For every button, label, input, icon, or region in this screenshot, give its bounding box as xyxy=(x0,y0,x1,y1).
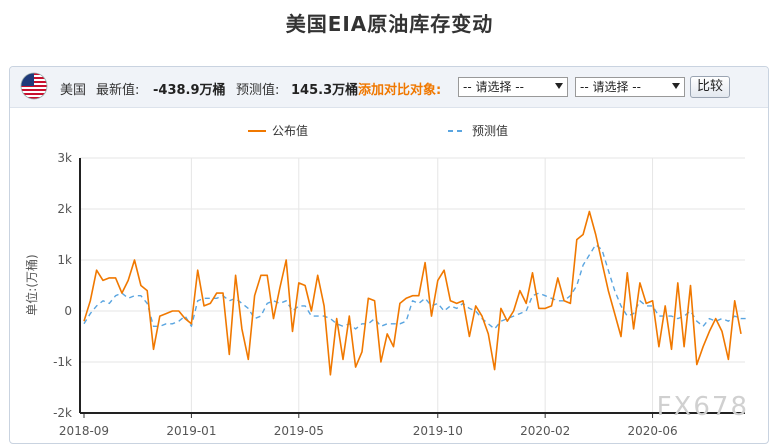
chart-legend: 公布值 预测值 xyxy=(248,123,508,138)
line-chart: -2k -1k 0 1k 2k 3k 2018-09 2019-01 2019-05 2019-1… xyxy=(24,123,748,438)
legend-label-actual[interactable]: 公布值 xyxy=(272,123,308,138)
chart-series xyxy=(83,210,748,376)
y-tick-label: 2k xyxy=(57,202,72,216)
x-tick-label: 2019-05 xyxy=(274,424,324,438)
x-tick-label: 2020-06 xyxy=(627,424,677,438)
chart-grid xyxy=(80,157,745,414)
legend-label-forecast[interactable]: 预测值 xyxy=(472,123,508,138)
x-tick-label: 2020-02 xyxy=(520,424,570,438)
y-tick-label: 0 xyxy=(64,304,72,318)
y-axis-title: 单位:(万桶) xyxy=(24,254,39,315)
y-tick-label: 1k xyxy=(57,253,72,267)
x-tick-label: 2019-10 xyxy=(413,424,463,438)
y-tick-label: -1k xyxy=(53,355,72,369)
series-line-actual[interactable] xyxy=(83,210,742,376)
watermark: FX678 xyxy=(656,392,749,422)
y-tick-label: -2k xyxy=(53,406,72,420)
x-tick-label: 2018-09 xyxy=(59,424,109,438)
y-tick-label: 3k xyxy=(57,151,72,165)
x-tick-label: 2019-01 xyxy=(166,424,216,438)
chart-axes: -2k -1k 0 1k 2k 3k 2018-09 2019-01 2019-05 2019-1… xyxy=(53,151,745,438)
